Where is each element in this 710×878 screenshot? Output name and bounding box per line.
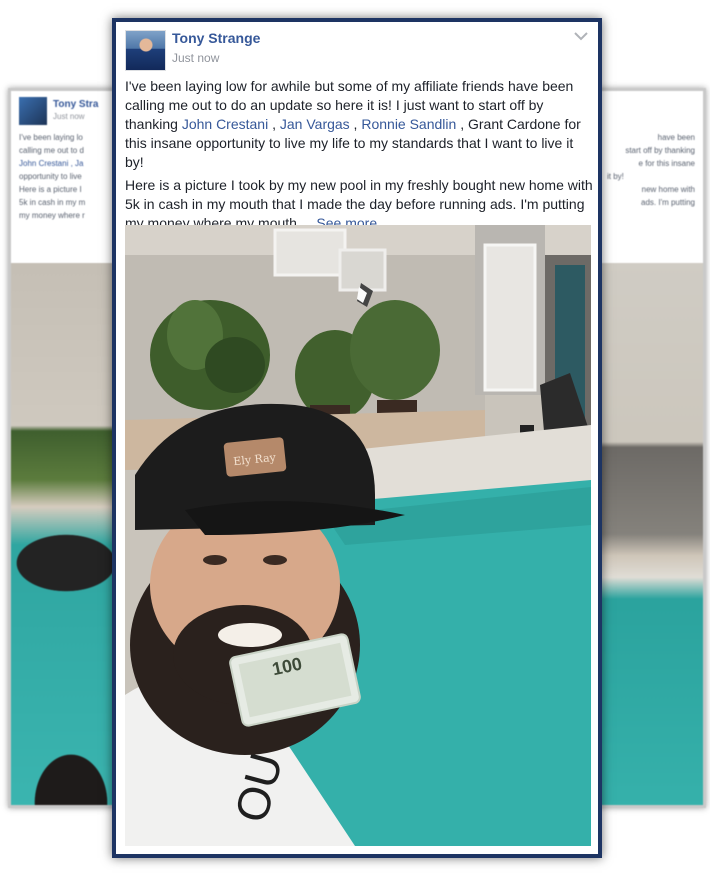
ghost-line: Here is a picture I [19, 185, 82, 194]
ghost-photo [11, 263, 115, 805]
ghost-line: my money where r [19, 211, 85, 220]
post-header: Tony Strange Just now [116, 22, 598, 74]
ghost-line: 5k in cash in my m [19, 198, 86, 207]
ghost-line: have been [657, 133, 695, 142]
mention-jan-vargas[interactable]: Jan Vargas [280, 116, 350, 132]
avatar[interactable] [125, 30, 166, 71]
ghost-line: ads. I'm putting [641, 198, 695, 207]
separator: , [349, 116, 362, 132]
ghost-line: calling me out to d [19, 146, 84, 155]
ghost-line: new home with [641, 185, 695, 194]
ghost-line: I've been laying lo [19, 133, 83, 142]
background-post-left: Tony Stra Just now I've been laying lo c… [8, 88, 118, 808]
ghost-time: Just now [53, 112, 85, 121]
mention-john-crestani[interactable]: John Crestani [182, 116, 268, 132]
post-photo[interactable]: OU 100 Ely Ray [125, 225, 591, 846]
ghost-line: opportunity to live [19, 172, 82, 181]
ghost-line: start off by thanking [625, 146, 695, 155]
post-timestamp[interactable]: Just now [172, 51, 219, 65]
post-paragraph-1: I've been laying low for awhile but some… [125, 77, 595, 172]
ghost-line: e for this insane [638, 159, 695, 168]
ghost-photo [599, 263, 703, 805]
selfie-by-pool-image: OU 100 Ely Ray [125, 225, 591, 846]
ghost-header [599, 91, 703, 131]
author-name[interactable]: Tony Strange [172, 30, 260, 46]
post-body: I've been laying low for awhile but some… [125, 77, 595, 237]
avatar [19, 97, 47, 125]
ghost-header: Tony Stra Just now [11, 91, 115, 131]
chevron-down-icon[interactable] [574, 28, 588, 44]
ghost-line: John Crestani , Ja [19, 159, 84, 168]
ghost-line: it by! [607, 172, 624, 181]
facebook-post-card: Tony Strange Just now I've been laying l… [112, 18, 602, 858]
ghost-author: Tony Stra [53, 99, 99, 110]
background-post-right: have been start off by thanking e for th… [596, 88, 706, 808]
separator: , [268, 116, 280, 132]
mention-ronnie-sandlin[interactable]: Ronnie Sandlin [361, 116, 456, 132]
